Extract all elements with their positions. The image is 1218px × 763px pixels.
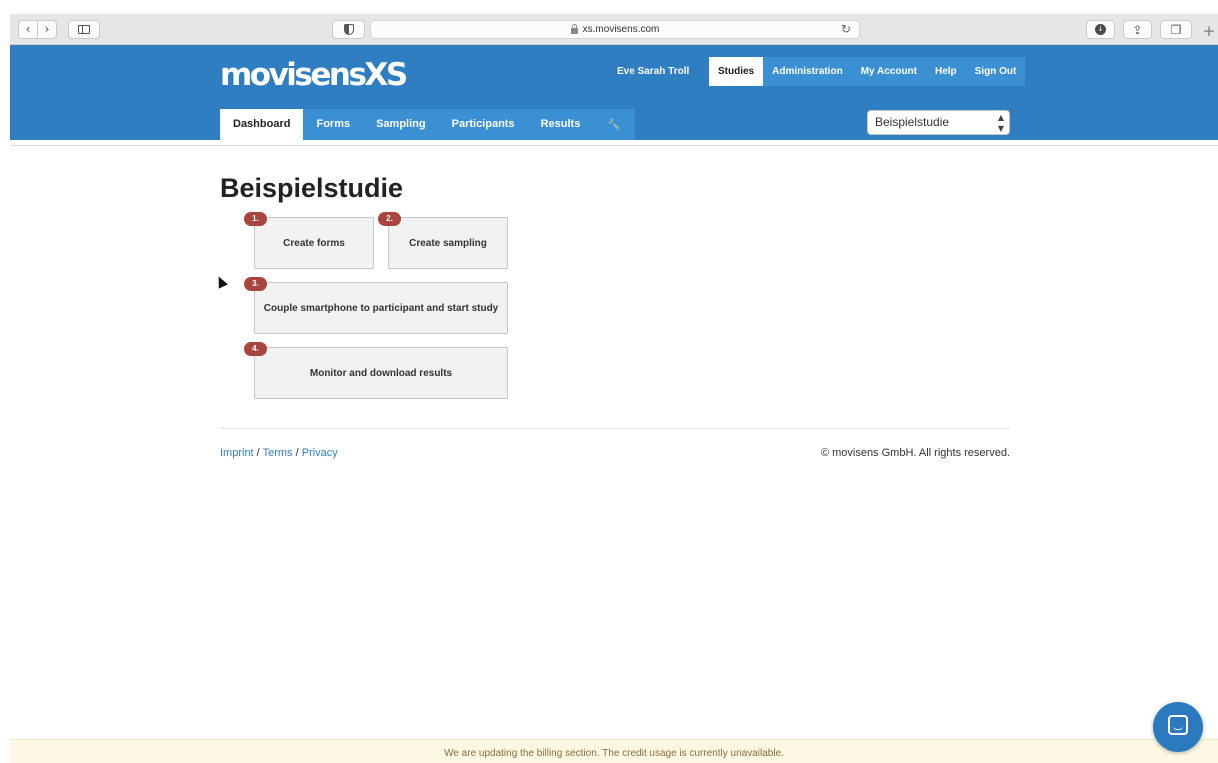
site-logo[interactable]: movisensXS	[220, 57, 408, 93]
step-label: Monitor and download results	[309, 367, 453, 379]
tab-dashboard[interactable]: Dashboard	[220, 109, 304, 140]
privacy-report-button[interactable]	[332, 20, 365, 39]
step-label: Create forms	[283, 237, 345, 249]
billing-notice-bar: We are updating the billing section. The…	[10, 739, 1218, 763]
sidebar-icon	[78, 25, 90, 34]
chat-launcher-button[interactable]	[1153, 702, 1203, 752]
step-monitor-results[interactable]: Monitor and download results	[254, 347, 508, 399]
chat-icon	[1168, 715, 1188, 735]
history-nav-group: ‹ ›	[18, 20, 57, 39]
shield-icon	[343, 24, 354, 35]
step-label: Couple smartphone to participant and sta…	[263, 302, 499, 314]
forward-icon[interactable]: ›	[37, 21, 56, 38]
page-title: Beispielstudie	[220, 173, 404, 203]
wrench-icon[interactable]: 🔧	[593, 109, 636, 140]
header-divider	[10, 145, 1218, 146]
downloads-button[interactable]: ↓	[1086, 20, 1115, 39]
step-badge: 1.	[244, 212, 267, 226]
web-page: movisensXS Eve Sarah Troll Studies Admin…	[10, 45, 1218, 763]
footer-links: Imprint / Terms / Privacy	[220, 447, 338, 459]
link-separator: /	[253, 447, 263, 459]
topnav-sign-out[interactable]: Sign Out	[965, 57, 1026, 86]
tab-results[interactable]: Results	[527, 109, 594, 140]
mouse-cursor-icon	[214, 274, 228, 289]
share-button[interactable]: ⇪	[1123, 20, 1152, 39]
imprint-link[interactable]: Imprint	[220, 447, 254, 459]
topnav-administration[interactable]: Administration	[763, 57, 852, 86]
download-icon: ↓	[1095, 24, 1106, 35]
tab-forms[interactable]: Forms	[303, 109, 364, 140]
study-select[interactable]: Beispielstudie ▲ ▼	[867, 110, 1010, 135]
step-create-forms[interactable]: Create forms	[254, 217, 374, 269]
lock-icon	[570, 23, 578, 34]
tab-participants[interactable]: Participants	[438, 109, 528, 140]
step-badge: 3.	[244, 277, 267, 291]
study-select-value: Beispielstudie	[875, 115, 950, 129]
step-create-sampling[interactable]: Create sampling	[388, 217, 508, 269]
footer-divider	[220, 428, 1010, 429]
topnav-studies[interactable]: Studies	[709, 57, 764, 86]
privacy-link[interactable]: Privacy	[302, 447, 338, 459]
step-badge: 4.	[244, 342, 267, 356]
sidebar-toggle-button[interactable]	[68, 20, 100, 39]
step-badge: 2.	[378, 212, 401, 226]
back-icon[interactable]: ‹	[19, 21, 37, 38]
topnav-my-account[interactable]: My Account	[851, 57, 926, 86]
tab-sampling[interactable]: Sampling	[363, 109, 439, 140]
tabs-icon: ❐	[1170, 22, 1182, 37]
address-bar[interactable]: xs.movisens.com ↻	[370, 20, 860, 39]
browser-toolbar: ‹ › xs.movisens.com ↻ ↓ ⇪ ❐ +	[10, 14, 1218, 45]
main-navigation: Dashboard Forms Sampling Participants Re…	[220, 109, 636, 140]
terms-link[interactable]: Terms	[263, 447, 293, 459]
topnav-help[interactable]: Help	[926, 57, 966, 86]
tab-overview-button[interactable]: ❐	[1160, 20, 1192, 39]
link-separator: /	[292, 447, 302, 459]
site-header: movisensXS Eve Sarah Troll Studies Admin…	[10, 45, 1218, 140]
step-label: Create sampling	[409, 237, 487, 249]
share-icon: ⇪	[1132, 22, 1143, 37]
reload-icon[interactable]: ↻	[841, 22, 851, 36]
top-navigation: Studies Administration My Account Help S…	[709, 57, 1026, 86]
step-couple-smartphone[interactable]: Couple smartphone to participant and sta…	[254, 282, 508, 334]
select-arrows-icon: ▲ ▼	[997, 113, 1004, 133]
address-url: xs.movisens.com	[582, 24, 660, 35]
new-tab-icon[interactable]: +	[1200, 18, 1218, 45]
copyright-text: © movisens GmbH. All rights reserved.	[820, 447, 1010, 459]
username-label: Eve Sarah Troll	[617, 66, 690, 77]
